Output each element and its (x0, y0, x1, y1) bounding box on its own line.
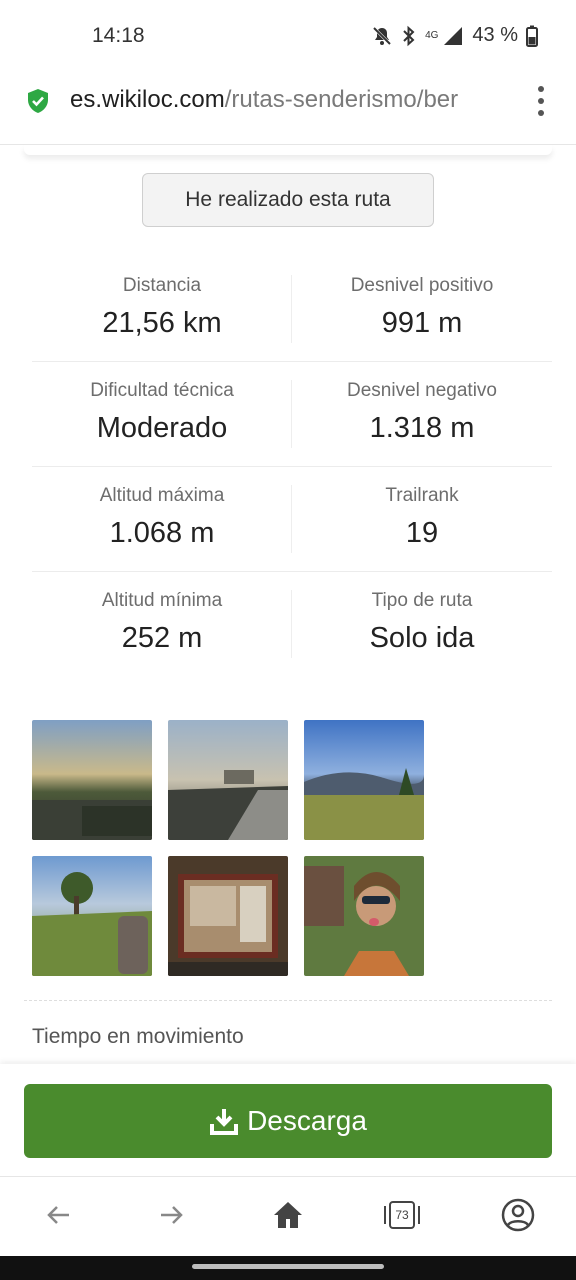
stat-value: 21,56 km (102, 307, 222, 339)
section-divider (24, 1000, 552, 1001)
stats-row: Altitud mínima 252 m Tipo de ruta Solo i… (32, 572, 552, 676)
tabs-icon[interactable]: 73 (382, 1195, 422, 1235)
route-photo[interactable] (168, 856, 288, 976)
stat-value: 1.318 m (369, 412, 475, 444)
route-photo[interactable] (304, 856, 424, 976)
back-icon[interactable] (38, 1195, 78, 1235)
route-photo[interactable] (32, 720, 152, 840)
stat-value: 252 m (121, 622, 203, 654)
page-content: He realizado esta ruta Distancia 21,56 k… (0, 145, 576, 1065)
signal-icon (444, 26, 463, 45)
download-button[interactable]: Descarga (24, 1084, 552, 1158)
browser-address-bar[interactable]: es.wikiloc.com/rutas-senderismo/ber (0, 72, 576, 145)
stat-label: Tipo de ruta (371, 590, 473, 611)
account-icon[interactable] (498, 1195, 538, 1235)
download-label: Descarga (247, 1105, 367, 1136)
status-icons: 4G 43 % (371, 24, 538, 47)
stat-label: Dificultad técnica (90, 380, 234, 401)
shield-check-icon (28, 89, 48, 113)
tab-count: 73 (395, 1208, 409, 1222)
stat-elevation-gain: Desnivel positivo 991 m (292, 257, 552, 361)
route-photo[interactable] (168, 720, 288, 840)
stat-label: Altitud máxima (99, 485, 225, 506)
stat-label: Distancia (122, 275, 202, 296)
stat-trailrank: Trailrank 19 (292, 467, 552, 571)
forward-icon[interactable] (152, 1195, 192, 1235)
stat-value: Moderado (96, 412, 228, 444)
status-bar: 14:18 4G 43 % (0, 0, 576, 72)
stat-distance: Distancia 21,56 km (32, 257, 292, 361)
header-shadow (24, 145, 552, 155)
gesture-bar (0, 1256, 576, 1280)
stat-elevation-loss: Desnivel negativo 1.318 m (292, 362, 552, 466)
network-type: 4G (425, 30, 439, 41)
route-done-button[interactable]: He realizado esta ruta (142, 173, 434, 227)
route-stats: Distancia 21,56 km Desnivel positivo 991… (32, 257, 552, 676)
stats-row: Altitud máxima 1.068 m Trailrank 19 (32, 467, 552, 572)
url-domain: es.wikiloc.com (70, 86, 225, 113)
download-bar: Descarga (0, 1064, 576, 1176)
stat-value: 1.068 m (109, 517, 215, 549)
stat-label: Desnivel negativo (347, 380, 497, 401)
stat-technical-difficulty: Dificultad técnica Moderado (32, 362, 292, 466)
stat-route-type: Tipo de ruta Solo ida (292, 572, 552, 676)
overflow-menu-icon[interactable] (536, 86, 546, 116)
stat-min-altitude: Altitud mínima 252 m (32, 572, 292, 676)
stat-value: 991 m (381, 307, 463, 339)
moving-time-label: Tiempo en movimiento (32, 1025, 244, 1048)
notifications-off-icon (373, 26, 392, 45)
battery-percent: 43 % (472, 24, 518, 46)
route-photo[interactable] (304, 720, 424, 840)
stat-value: Solo ida (369, 622, 475, 654)
stat-label: Desnivel positivo (350, 275, 494, 296)
stat-value: 19 (405, 517, 439, 549)
battery-icon (526, 25, 538, 47)
stat-label: Altitud mínima (101, 590, 223, 611)
url-path: /rutas-senderismo/ber (224, 86, 459, 113)
stat-max-altitude: Altitud máxima 1.068 m (32, 467, 292, 571)
gesture-handle[interactable] (192, 1264, 384, 1269)
stats-row: Distancia 21,56 km Desnivel positivo 991… (32, 257, 552, 362)
download-icon (210, 1109, 239, 1135)
browser-bottom-nav: 73 (0, 1176, 576, 1257)
home-icon[interactable] (268, 1195, 308, 1235)
stat-label: Trailrank (385, 485, 459, 506)
url-text[interactable]: es.wikiloc.com/rutas-senderismo/ber (70, 86, 510, 114)
status-time: 14:18 (92, 24, 145, 47)
stats-row: Dificultad técnica Moderado Desnivel neg… (32, 362, 552, 467)
route-photo[interactable] (32, 856, 152, 976)
bluetooth-icon (403, 25, 415, 46)
